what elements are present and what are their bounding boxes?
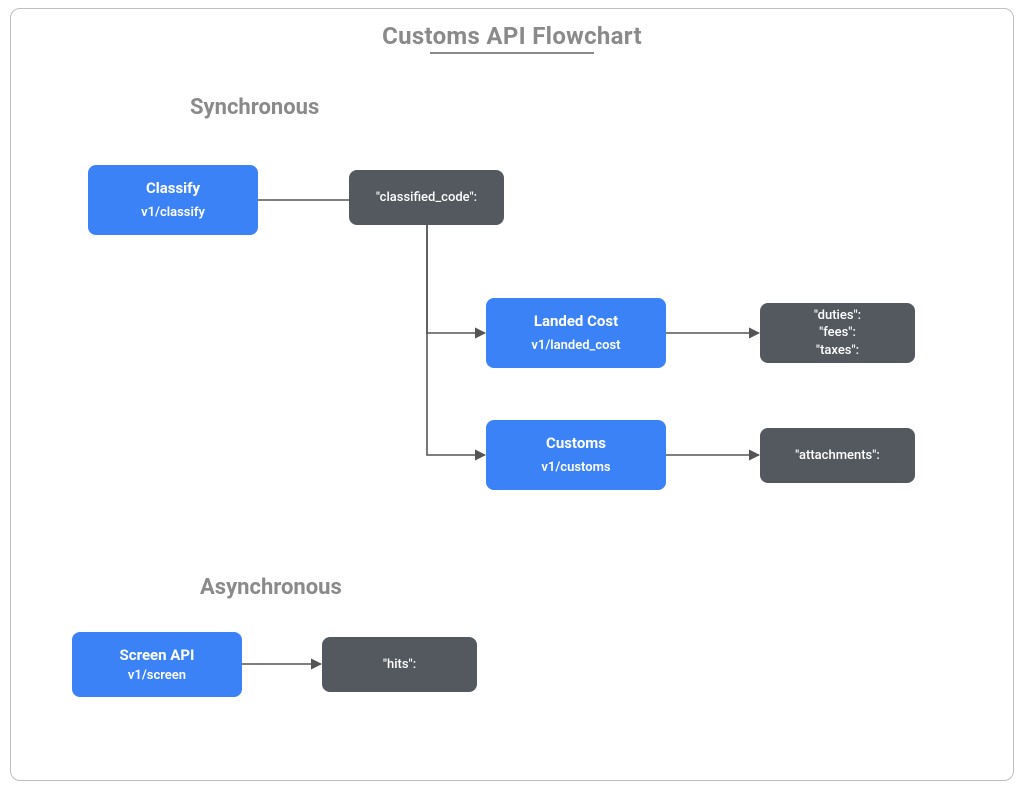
node-customs-title: Customs xyxy=(546,433,606,453)
node-classify: Classify v1/classify xyxy=(88,165,258,235)
node-classify-sub: v1/classify xyxy=(141,204,205,222)
section-label-synchronous: Synchronous xyxy=(190,95,319,120)
node-customs-output: "attachments": xyxy=(760,428,915,483)
node-customs: Customs v1/customs xyxy=(486,420,666,490)
node-classified-code: "classified_code": xyxy=(349,170,504,225)
diagram-title: Customs API Flowchart xyxy=(382,22,642,50)
node-landed-cost-out-line1: "duties": xyxy=(814,307,861,325)
section-label-asynchronous: Asynchronous xyxy=(200,575,342,600)
node-screen-api: Screen API v1/screen xyxy=(72,632,242,697)
node-screen-title: Screen API xyxy=(120,645,195,665)
node-customs-sub: v1/customs xyxy=(541,459,610,477)
node-customs-out-line1: "attachments": xyxy=(795,447,880,465)
node-screen-out-line1: "hits": xyxy=(383,656,416,674)
node-landed-cost-output: "duties": "fees": "taxes": xyxy=(760,303,915,363)
node-screen-output: "hits": xyxy=(322,637,477,692)
node-landed-cost-title: Landed Cost xyxy=(534,311,618,331)
title-underline xyxy=(430,52,594,54)
node-classified-code-line1: "classified_code": xyxy=(376,189,477,207)
node-landed-cost-out-line2: "fees": xyxy=(819,324,856,342)
node-landed-cost-sub: v1/landed_cost xyxy=(531,337,620,355)
node-screen-sub: v1/screen xyxy=(128,667,186,685)
node-classify-title: Classify xyxy=(146,178,200,198)
node-landed-cost: Landed Cost v1/landed_cost xyxy=(486,298,666,368)
node-landed-cost-out-line3: "taxes": xyxy=(816,342,859,360)
